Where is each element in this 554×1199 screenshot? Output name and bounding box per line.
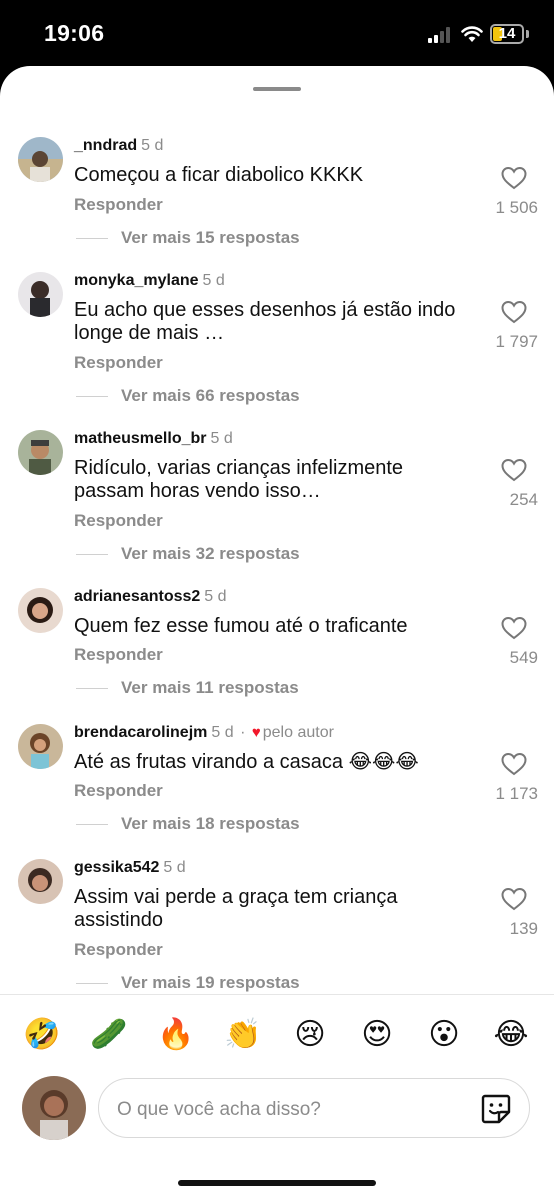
like-count: 1 173 — [495, 784, 538, 803]
emoji-cucumber-icon[interactable]: 🥒 — [90, 1016, 128, 1054]
status-bar: 19:06 14 — [0, 0, 554, 68]
comment-username[interactable]: brendacarolinejm — [74, 724, 207, 741]
like-count: 549 — [509, 648, 538, 667]
comment-meta: _nndrad 5 d — [74, 137, 163, 155]
emoji-clap-icon[interactable]: 👏 — [224, 1016, 262, 1054]
view-more-replies[interactable]: Ver mais 11 respostas — [121, 678, 299, 698]
emoji-laugh-icon[interactable]: 😂 — [492, 1016, 530, 1054]
reply-button[interactable]: Responder — [74, 645, 163, 665]
reply-button[interactable]: Responder — [74, 195, 163, 215]
comment-input-box[interactable] — [98, 1078, 530, 1138]
view-more-replies[interactable]: Ver mais 19 respostas — [121, 973, 300, 993]
view-more-replies[interactable]: Ver mais 32 respostas — [121, 544, 300, 564]
comment-username[interactable]: _nndrad — [74, 137, 137, 154]
divider-line — [76, 824, 108, 825]
comment-text: Quem fez esse fumou até o traficante — [74, 615, 408, 637]
like-heart-icon[interactable] — [501, 752, 527, 776]
reply-button[interactable]: Responder — [74, 940, 163, 960]
comment-time: 5 d — [211, 724, 234, 741]
comment-username[interactable]: gessika542 — [74, 859, 159, 876]
home-indicator — [178, 1180, 376, 1186]
comment-username[interactable]: matheusmello_br — [74, 430, 206, 447]
divider-line — [76, 983, 108, 984]
avatar[interactable] — [18, 859, 63, 904]
like-count: 1 797 — [495, 332, 538, 351]
reply-button[interactable]: Responder — [74, 511, 163, 531]
comment-text: Assim vai perde a graça tem criança assi… — [74, 886, 398, 931]
divider-line — [76, 238, 108, 239]
like-heart-icon[interactable] — [501, 616, 527, 640]
emoji-quick-bar: 🤣 🥒 🔥 👏 😢 😍 😮 😂 — [0, 1016, 554, 1056]
comment-composer — [0, 1076, 554, 1142]
view-more-replies[interactable]: Ver mais 66 respostas — [121, 386, 300, 406]
emoji-rofl-icon[interactable]: 🤣 — [23, 1016, 61, 1054]
avatar[interactable] — [18, 724, 63, 769]
author-liked-heart-icon: ♥ — [251, 724, 261, 741]
comments-sheet: _nndrad 5 d Começou a ficar diabolico KKK… — [0, 66, 554, 1199]
comment-text: Até as frutas virando a casaca 😂😂😂 — [74, 751, 419, 773]
like-heart-icon[interactable] — [501, 300, 527, 324]
comment-username[interactable]: adrianesantoss2 — [74, 588, 200, 605]
emoji-cry-icon[interactable]: 😢 — [291, 1016, 329, 1054]
like-heart-icon[interactable] — [501, 166, 527, 190]
comment-time: 5 d — [141, 137, 164, 154]
like-heart-icon[interactable] — [501, 458, 527, 482]
battery-level: 14 — [498, 25, 516, 42]
like-count: 254 — [509, 490, 538, 509]
comment-meta: monyka_mylane 5 d — [74, 272, 225, 290]
comment-text: Ridículo, varias crianças infelizmente p… — [74, 457, 404, 502]
avatar[interactable] — [18, 272, 63, 317]
comment-username[interactable]: monyka_mylane — [74, 272, 199, 289]
comment-meta: brendacarolinejm 5 d · ♥ pelo autor — [74, 724, 334, 741]
comment-text: Começou a ficar diabolico KKKK — [74, 164, 364, 186]
reply-button[interactable]: Responder — [74, 353, 163, 373]
divider-line — [76, 396, 108, 397]
sheet-grabber[interactable] — [253, 87, 301, 91]
wifi-icon — [461, 26, 483, 42]
battery-icon: 14 — [490, 24, 524, 44]
like-count: 1 506 — [495, 198, 538, 217]
status-time: 19:06 — [44, 20, 105, 46]
sticker-icon[interactable] — [479, 1092, 513, 1126]
view-more-replies[interactable]: Ver mais 15 respostas — [121, 228, 300, 248]
like-count: 139 — [509, 919, 538, 938]
divider-line — [76, 554, 108, 555]
current-user-avatar[interactable] — [22, 1076, 86, 1140]
emoji-surprised-icon[interactable]: 😮 — [425, 1016, 463, 1054]
comment-time: 5 d — [204, 588, 227, 605]
avatar[interactable] — [18, 430, 63, 475]
comment-meta: gessika542 5 d — [74, 859, 186, 877]
composer-divider — [0, 994, 554, 995]
avatar[interactable] — [18, 588, 63, 633]
reply-button[interactable]: Responder — [74, 781, 163, 801]
comment-meta: adrianesantoss2 5 d — [74, 588, 227, 606]
cellular-signal-icon — [428, 27, 454, 43]
comment-time: 5 d — [202, 272, 225, 289]
emoji-fire-icon[interactable]: 🔥 — [157, 1016, 195, 1054]
comment-input[interactable] — [115, 1095, 459, 1125]
like-heart-icon[interactable] — [501, 887, 527, 911]
emoji-heart-eyes-icon[interactable]: 😍 — [358, 1016, 396, 1054]
view-more-replies[interactable]: Ver mais 18 respostas — [121, 814, 300, 834]
divider-line — [76, 688, 108, 689]
avatar[interactable] — [18, 137, 63, 182]
comment-text: Eu acho que esses desenhos já estão indo… — [74, 299, 456, 344]
comment-time: 5 d — [210, 430, 233, 447]
comment-meta: matheusmello_br 5 d — [74, 430, 233, 448]
comment-time: 5 d — [163, 859, 186, 876]
author-liked-label: pelo autor — [262, 724, 334, 741]
